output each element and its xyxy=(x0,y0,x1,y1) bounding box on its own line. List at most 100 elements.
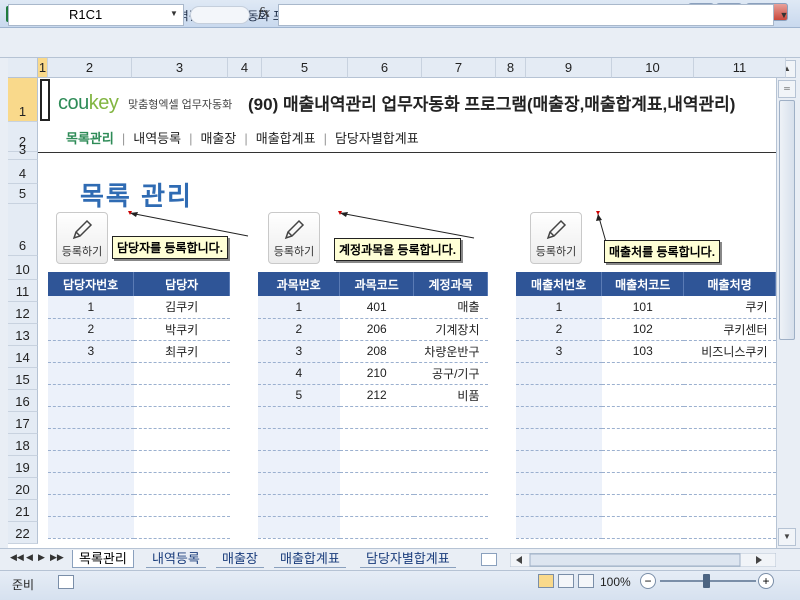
table-cell[interactable] xyxy=(413,450,488,473)
page-break-view-icon[interactable] xyxy=(578,574,594,588)
table-cell[interactable] xyxy=(683,406,776,429)
table-cell[interactable] xyxy=(48,406,134,429)
table-cell[interactable]: 쿠키 xyxy=(683,296,776,319)
table-cell[interactable] xyxy=(48,494,134,517)
page-layout-view-icon[interactable] xyxy=(558,574,574,588)
table-cell[interactable] xyxy=(413,472,488,495)
sheet-tab-sales-ledger[interactable]: 매출장 xyxy=(216,550,264,568)
next-sheet-icon[interactable]: ▶ xyxy=(38,552,45,563)
table-cell[interactable] xyxy=(258,472,340,495)
table-cell[interactable]: 1 xyxy=(48,296,134,319)
table-cell[interactable]: 차량운반구 xyxy=(413,340,488,363)
table-cell[interactable] xyxy=(516,384,602,407)
table-cell[interactable] xyxy=(339,494,414,517)
table-cell[interactable] xyxy=(48,450,134,473)
first-sheet-icon[interactable]: ◀◀ xyxy=(10,552,24,563)
table-cell[interactable]: 210 xyxy=(339,362,414,385)
table-cell[interactable] xyxy=(601,362,684,385)
table-cell[interactable]: 2 xyxy=(48,318,134,341)
table-cell[interactable] xyxy=(683,428,776,451)
macro-record-icon[interactable] xyxy=(58,575,74,589)
prev-sheet-icon[interactable]: ◀ xyxy=(26,552,33,563)
table-cell[interactable]: 212 xyxy=(339,384,414,407)
table-cell[interactable] xyxy=(683,384,776,407)
table-cell[interactable] xyxy=(601,428,684,451)
table-cell[interactable]: 쿠키센터 xyxy=(683,318,776,341)
table-cell[interactable] xyxy=(339,406,414,429)
table-cell[interactable]: 1 xyxy=(516,296,602,319)
table-cell[interactable] xyxy=(339,450,414,473)
table-cell[interactable]: 박쿠키 xyxy=(133,318,230,341)
table-cell[interactable] xyxy=(339,516,414,539)
insert-sheet-icon[interactable] xyxy=(481,553,497,566)
table-cell[interactable]: 최쿠키 xyxy=(133,340,230,363)
sheet-tab-history-register[interactable]: 내역등록 xyxy=(146,550,206,568)
table-cell[interactable] xyxy=(516,516,602,539)
table-cell[interactable] xyxy=(48,428,134,451)
table-cell[interactable] xyxy=(48,516,134,539)
table-cell[interactable] xyxy=(339,472,414,495)
zoom-in-icon[interactable]: + xyxy=(758,573,774,589)
sheet-tab-sales-summary[interactable]: 매출합계표 xyxy=(274,550,346,568)
table-cell[interactable] xyxy=(516,362,602,385)
table-cell[interactable] xyxy=(516,472,602,495)
table-cell[interactable]: 공구/기구 xyxy=(413,362,488,385)
table-cell[interactable] xyxy=(133,384,230,407)
table-cell[interactable] xyxy=(516,494,602,517)
table-cell[interactable] xyxy=(516,428,602,451)
table-cell[interactable]: 기계장치 xyxy=(413,318,488,341)
table-cell[interactable] xyxy=(258,450,340,473)
table-cell[interactable] xyxy=(339,428,414,451)
table-cell[interactable] xyxy=(133,406,230,429)
zoom-slider-thumb[interactable] xyxy=(703,574,710,588)
table-cell[interactable] xyxy=(601,472,684,495)
table-cell[interactable] xyxy=(601,406,684,429)
table-cell[interactable]: 비품 xyxy=(413,384,488,407)
table-cell[interactable]: 4 xyxy=(258,362,340,385)
zoom-out-icon[interactable]: − xyxy=(640,573,656,589)
table-cell[interactable] xyxy=(133,362,230,385)
table-cell[interactable]: 3 xyxy=(48,340,134,363)
table-cell[interactable] xyxy=(683,516,776,539)
table-cell[interactable]: 김쿠키 xyxy=(133,296,230,319)
table-cell[interactable] xyxy=(133,472,230,495)
table-cell[interactable]: 3 xyxy=(258,340,340,363)
table-cell[interactable]: 3 xyxy=(516,340,602,363)
table-cell[interactable] xyxy=(133,428,230,451)
table-cell[interactable] xyxy=(413,406,488,429)
table-cell[interactable]: 206 xyxy=(339,318,414,341)
sheet-tab-manager-summary[interactable]: 담당자별합계표 xyxy=(360,550,456,568)
table-cell[interactable]: 1 xyxy=(258,296,340,319)
table-cell[interactable] xyxy=(683,450,776,473)
table-cell[interactable]: 매출 xyxy=(413,296,488,319)
table-cell[interactable] xyxy=(133,494,230,517)
table-cell[interactable] xyxy=(258,428,340,451)
table-cell[interactable] xyxy=(133,516,230,539)
sheet-tab-list-management[interactable]: 목록관리 xyxy=(72,550,134,568)
table-cell[interactable] xyxy=(601,450,684,473)
table-cell[interactable] xyxy=(683,494,776,517)
table-cell[interactable] xyxy=(133,450,230,473)
table-cell[interactable] xyxy=(258,406,340,429)
table-cell[interactable]: 101 xyxy=(601,296,684,319)
table-cell[interactable]: 비즈니스쿠키 xyxy=(683,340,776,363)
normal-view-icon[interactable] xyxy=(538,574,554,588)
table-cell[interactable]: 5 xyxy=(258,384,340,407)
table-cell[interactable]: 102 xyxy=(601,318,684,341)
table-cell[interactable] xyxy=(413,516,488,539)
table-cell[interactable] xyxy=(258,494,340,517)
table-cell[interactable] xyxy=(601,516,684,539)
table-cell[interactable]: 103 xyxy=(601,340,684,363)
table-cell[interactable] xyxy=(413,428,488,451)
table-cell[interactable] xyxy=(413,494,488,517)
last-sheet-icon[interactable]: ▶▶ xyxy=(50,552,64,563)
table-cell[interactable] xyxy=(48,362,134,385)
table-cell[interactable] xyxy=(48,472,134,495)
horizontal-scrollbar[interactable] xyxy=(509,552,777,568)
table-cell[interactable] xyxy=(601,384,684,407)
table-cell[interactable] xyxy=(601,494,684,517)
table-cell[interactable]: 2 xyxy=(516,318,602,341)
table-cell[interactable]: 208 xyxy=(339,340,414,363)
table-cell[interactable]: 401 xyxy=(339,296,414,319)
table-cell[interactable] xyxy=(48,384,134,407)
